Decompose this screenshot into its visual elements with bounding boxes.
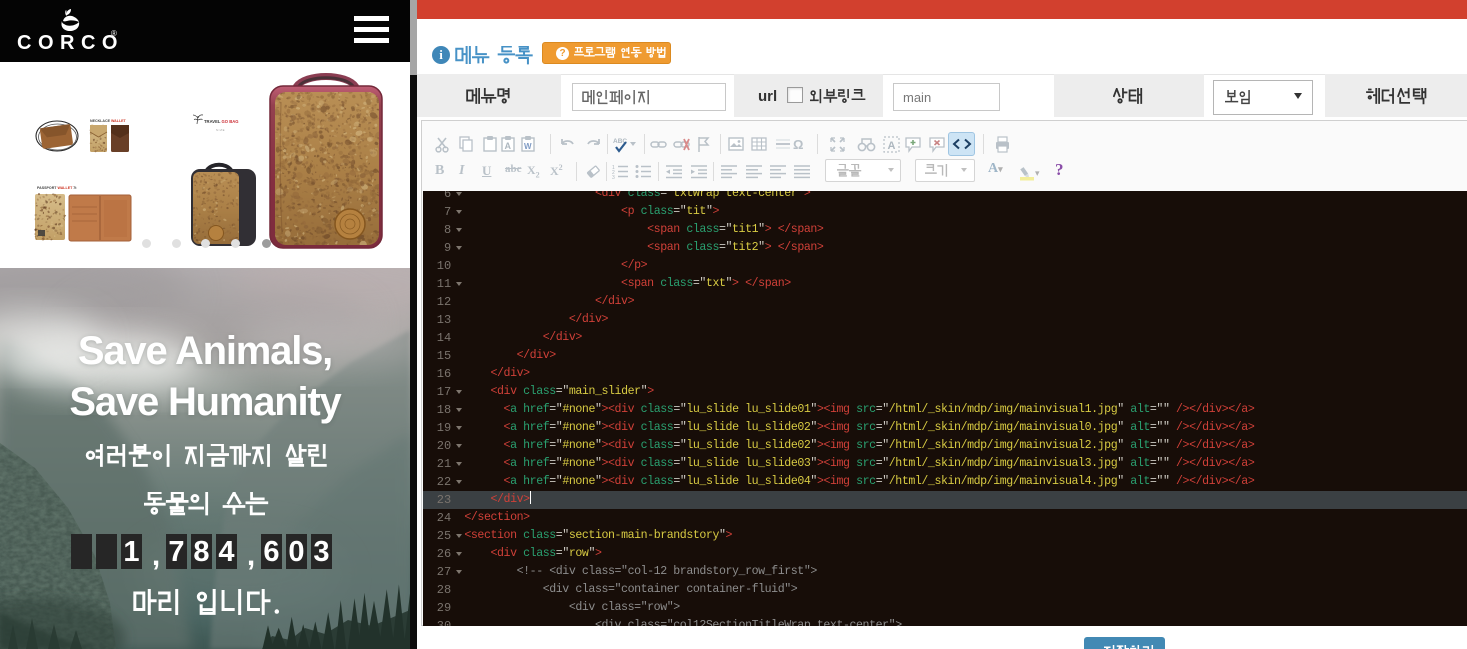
svg-text:▾: ▾ (1035, 168, 1040, 178)
svg-text:3: 3 (612, 175, 615, 179)
svg-text:A: A (887, 140, 895, 152)
svg-text:W: W (524, 142, 532, 151)
svg-text:S I Z E: S I Z E (216, 128, 225, 132)
svg-text:A: A (505, 141, 512, 151)
svg-text:TRAVEL GO BAG: TRAVEL GO BAG (204, 119, 239, 124)
svg-text:NECKLACE WALLET: NECKLACE WALLET (90, 119, 127, 123)
svg-text:Ω: Ω (793, 137, 803, 152)
svg-text:PASSPORT WALLET 7t: PASSPORT WALLET 7t (37, 186, 77, 190)
